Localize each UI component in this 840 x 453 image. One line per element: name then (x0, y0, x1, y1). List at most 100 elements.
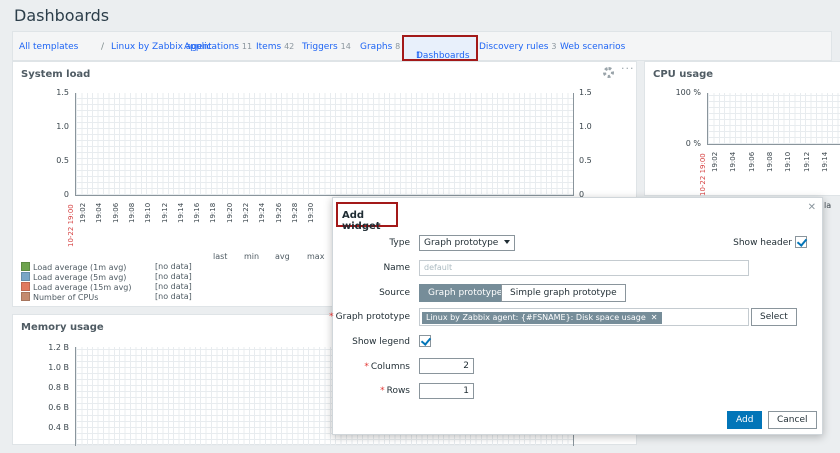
x-axis-tick-label: 19:12 (160, 202, 169, 223)
remove-chip-icon[interactable]: ✕ (651, 313, 658, 322)
tab-count: 14 (340, 42, 351, 51)
rows-input[interactable]: 1 (419, 383, 474, 399)
columns-input[interactable]: 2 (419, 358, 474, 374)
cancel-button[interactable]: Cancel (768, 411, 817, 429)
y-axis-label: 1.0 (56, 122, 69, 131)
breadcrumb-separator: / (101, 42, 105, 52)
type-select-value: Graph prototype (424, 238, 499, 248)
legend-swatch (21, 262, 30, 271)
tab-dashboards[interactable]: Dashboards 1 (402, 35, 478, 61)
y-axis-right-label: 1.5 (579, 88, 592, 97)
name-input[interactable]: default (419, 260, 749, 276)
source-label: Source (379, 288, 410, 298)
add-widget-dialog: ✕ Add widget Type Graph prototype Show h… (329, 197, 823, 435)
template-navbar: All templates / Linux by Zabbix agent Ap… (12, 31, 832, 61)
x-axis-tick-label: 19:20 (225, 202, 234, 223)
tab-discovery-rules[interactable]: Discovery rules 3 (479, 42, 556, 52)
x-axis-tick-label: 19:12 (802, 151, 811, 172)
graph-prototype-chip: Linux by Zabbix agent: {#FSNAME}: Disk s… (422, 312, 662, 324)
x-axis-start-label: 10-22 19:00 (67, 204, 75, 247)
add-button[interactable]: Add (727, 411, 763, 429)
x-axis-tick-label: 19:06 (111, 202, 120, 223)
tab-label: Items (256, 42, 282, 52)
y-axis-label: 1.5 (56, 88, 69, 97)
tab-label: Discovery rules (479, 42, 549, 52)
chevron-down-icon (504, 240, 511, 244)
x-axis-tick-label: 19:22 (242, 202, 250, 223)
tab-count: 1 (416, 51, 422, 60)
tab-label: Triggers (302, 42, 338, 52)
x-axis-tick-label: 19:04 (95, 202, 104, 223)
tab-applications[interactable]: Applications 11 (184, 42, 252, 52)
legend-item: Load average (15m avg) [no data] (21, 282, 192, 292)
legend-header-min: min (244, 252, 260, 261)
required-mark: * (380, 386, 385, 396)
legend-value: [no data] (155, 282, 192, 291)
tab-label: Graphs (360, 42, 393, 52)
legend-label: Number of CPUs (33, 293, 99, 302)
type-label: Type (389, 238, 410, 248)
x-axis-tick-label: 19:28 (290, 202, 299, 223)
type-select[interactable]: Graph prototype (419, 235, 516, 251)
breadcrumb-all-templates[interactable]: All templates (19, 42, 78, 52)
show-header-label: Show header (733, 238, 792, 248)
tab-graphs[interactable]: Graphs 8 (360, 42, 400, 52)
system-load-plot (75, 93, 574, 196)
legend-item: Load average (5m avg) [no data] (21, 272, 192, 282)
tab-count: 8 (395, 42, 401, 51)
page-title: Dashboards (14, 6, 110, 25)
dialog-title-box: Add widget (336, 202, 398, 232)
rows-label-text: Rows (386, 386, 410, 396)
required-mark: * (329, 312, 334, 322)
dialog-title: Add widget (342, 210, 381, 232)
graph-prototype-label-text: Graph prototype (335, 312, 410, 322)
legend-value: [no data] (155, 262, 192, 271)
legend-header-max: max (307, 252, 325, 261)
x-axis-tick-label: 19:26 (274, 202, 283, 223)
legend-swatch (21, 272, 30, 281)
legend-value: [no data] (155, 292, 192, 301)
legend-value: [no data] (155, 272, 192, 281)
widget-title: Memory usage (21, 322, 104, 333)
x-axis-start-label: 10-22 19:00 (699, 153, 707, 196)
x-axis-tick-label: 19:10 (784, 151, 793, 172)
show-legend-checkbox[interactable] (419, 335, 431, 347)
x-axis-tick-label: 19:24 (258, 202, 267, 223)
tab-triggers[interactable]: Triggers 14 (302, 42, 351, 52)
y-axis-label: 0.8 B (48, 383, 69, 392)
tab-items[interactable]: Items 42 (256, 42, 294, 52)
legend-swatch (21, 282, 30, 291)
tab-count: 42 (284, 42, 295, 51)
x-axis-tick-label: 19:04 (729, 151, 738, 172)
y-axis-label: 1.2 B (48, 343, 69, 352)
columns-label: * Columns (364, 362, 410, 372)
source-graph-prototype-button[interactable]: Graph prototype (419, 284, 512, 302)
y-axis-right-label: 0.5 (579, 156, 592, 165)
x-axis-tick-label: 19:06 (747, 151, 756, 172)
legend-header-avg: avg (275, 252, 290, 261)
y-axis-label: 0.5 (56, 156, 69, 165)
name-label: Name (383, 263, 410, 273)
y-axis-label: 0 % (685, 139, 701, 148)
x-axis-tick-label: 19:30 (307, 202, 316, 223)
widget-title: System load (21, 69, 91, 80)
gear-icon[interactable] (603, 67, 614, 78)
chip-label: Linux by Zabbix agent: {#FSNAME}: Disk s… (426, 313, 646, 322)
close-icon[interactable]: ✕ (808, 202, 816, 213)
x-axis-tick-label: 19:14 (820, 151, 829, 172)
y-axis-label: 0.6 B (48, 403, 69, 412)
show-header-checkbox[interactable] (795, 236, 807, 248)
y-axis-label: 0 (63, 190, 69, 199)
tab-count: 3 (551, 42, 557, 51)
required-mark: * (364, 362, 369, 372)
x-axis-tick-label: 19:14 (176, 202, 185, 223)
tab-web-scenarios[interactable]: Web scenarios (560, 42, 625, 52)
graph-prototype-label: * Graph prototype (329, 312, 410, 322)
rows-label: * Rows (380, 386, 410, 396)
more-options-icon[interactable]: ··· (621, 62, 635, 75)
source-simple-graph-prototype-button[interactable]: Simple graph prototype (501, 284, 626, 302)
tab-label: Applications (184, 42, 239, 52)
legend-label: Load average (1m avg) (33, 263, 127, 272)
show-legend-label: Show legend (352, 337, 410, 347)
select-button[interactable]: Select (751, 308, 797, 326)
